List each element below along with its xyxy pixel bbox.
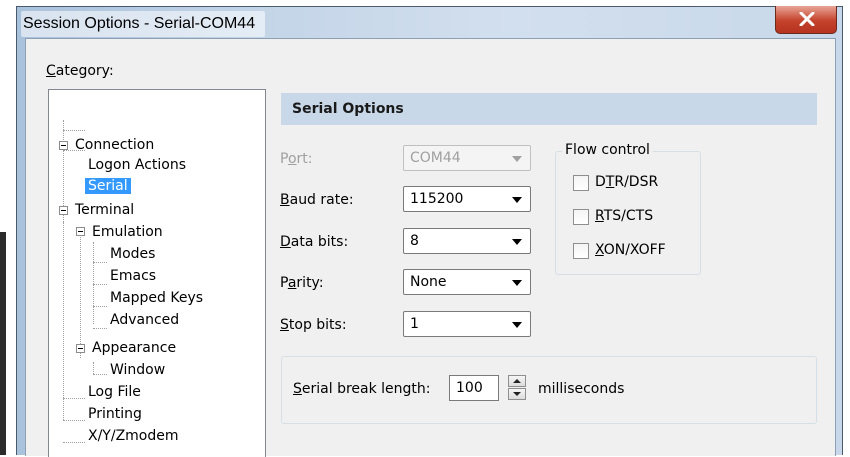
tree-item-label: Log File: [88, 384, 141, 400]
tree-line: [93, 374, 107, 375]
tree-item-mapped-keys[interactable]: Mapped Keys: [107, 287, 206, 309]
port-value: COM44: [410, 150, 461, 166]
collapse-connection-icon[interactable]: [59, 141, 68, 150]
data-bits-value: 8: [410, 233, 419, 249]
close-button[interactable]: [775, 6, 837, 34]
baud-rate-label: Baud rate:: [280, 192, 354, 208]
port-select: COM44: [403, 145, 531, 171]
port-label-text: Port:: [280, 151, 313, 167]
chevron-down-icon: [512, 322, 522, 328]
tree-item-label: Emacs: [110, 268, 157, 284]
spin-up-icon[interactable]: [508, 375, 526, 387]
tree-line: [93, 362, 94, 374]
dtr-dsr-label[interactable]: DTR/DSR: [595, 174, 658, 190]
serial-break-label: Serial break length:: [293, 381, 431, 397]
stop-bits-select[interactable]: 1: [403, 311, 531, 337]
collapse-emulation-icon[interactable]: [76, 227, 85, 236]
parity-value: None: [410, 274, 447, 290]
tree-line: [93, 284, 107, 285]
tree-item-label: Serial: [85, 178, 131, 194]
flow-control-title: Flow control: [562, 142, 653, 158]
xon-xoff-checkbox[interactable]: [573, 243, 589, 259]
chevron-down-icon: [512, 239, 522, 245]
tree-item-logon-actions[interactable]: Logon Actions: [85, 154, 189, 176]
dialog-client-area: Category: Connection Logon Actions Seria…: [25, 38, 836, 457]
chevron-down-icon: [512, 197, 522, 203]
tree-item-label: Logon Actions: [88, 157, 187, 173]
section-header: Serial Options: [281, 93, 817, 125]
close-icon: [799, 12, 815, 26]
category-tree[interactable]: Connection Logon Actions Serial Terminal…: [48, 89, 266, 457]
tree-line: [63, 420, 85, 421]
background-dark-edge: [0, 232, 6, 455]
category-label-rest: ategory:: [55, 63, 114, 79]
tree-item-xyzmodem[interactable]: X/Y/Zmodem: [85, 425, 182, 447]
tree-item-label: Connection: [75, 137, 155, 153]
xon-xoff-label[interactable]: XON/XOFF: [595, 242, 666, 258]
tree-line: [63, 442, 85, 443]
spin-down-icon[interactable]: [508, 388, 526, 400]
serial-break-value: 100: [456, 380, 483, 396]
tree-line: [80, 228, 81, 358]
collapse-terminal-icon[interactable]: [59, 206, 68, 215]
tree-item-connection[interactable]: Connection: [72, 134, 157, 156]
tree-item-appearance[interactable]: Appearance: [89, 337, 179, 359]
tree-item-label: Appearance: [92, 340, 177, 356]
tree-item-label: Mapped Keys: [110, 290, 204, 306]
data-bits-select[interactable]: 8: [403, 228, 531, 254]
category-label: Category:: [46, 63, 114, 79]
tree-item-emulation[interactable]: Emulation: [89, 221, 166, 243]
tree-line: [93, 306, 107, 307]
tree-line: [63, 120, 64, 232]
session-options-window: Session Options - Serial-COM44 Category:: [16, 6, 843, 457]
collapse-appearance-icon[interactable]: [76, 344, 85, 353]
tree-line: [63, 398, 85, 399]
stop-bits-value: 1: [410, 316, 419, 332]
dtr-dsr-checkbox[interactable]: [573, 175, 589, 191]
tree-item-serial[interactable]: Serial: [85, 175, 131, 197]
tree-item-label: Terminal: [75, 202, 135, 218]
tree-line: [93, 242, 94, 324]
tree-item-label: X/Y/Zmodem: [88, 428, 179, 444]
chevron-down-icon: [512, 280, 522, 286]
chevron-down-icon: [512, 156, 522, 162]
serial-break-unit: milliseconds: [538, 381, 625, 397]
tree-item-printing[interactable]: Printing: [85, 403, 145, 425]
tree-item-label: Window: [110, 362, 166, 378]
tree-line: [63, 130, 85, 131]
port-label: Port:: [280, 151, 313, 167]
tree-item-label: Printing: [88, 406, 142, 422]
serial-break-spinner: [508, 375, 528, 401]
tree-item-modes[interactable]: Modes: [107, 243, 158, 265]
rts-cts-label[interactable]: RTS/CTS: [595, 208, 653, 224]
rts-cts-checkbox[interactable]: [573, 209, 589, 225]
tree-item-window[interactable]: Window: [107, 359, 168, 381]
tree-item-terminal[interactable]: Terminal: [72, 199, 137, 221]
stop-bits-label: Stop bits:: [280, 317, 347, 333]
data-bits-label: Data bits:: [280, 234, 349, 250]
serial-break-input[interactable]: 100: [449, 375, 499, 401]
background-right: [843, 0, 850, 455]
tree-item-advanced[interactable]: Advanced: [107, 309, 182, 331]
parity-select[interactable]: None: [403, 269, 531, 295]
baud-rate-select[interactable]: 115200: [403, 186, 531, 212]
tree-item-label: Advanced: [110, 312, 180, 328]
tree-item-label: Modes: [110, 246, 156, 262]
category-label-accel: C: [46, 63, 56, 79]
tree-item-label: Emulation: [92, 224, 163, 240]
tree-line: [63, 222, 64, 420]
window-title: Session Options - Serial-COM44: [21, 11, 266, 37]
tree-item-log-file[interactable]: Log File: [85, 381, 144, 403]
tree-line: [93, 262, 107, 263]
baud-rate-value: 115200: [410, 191, 464, 207]
tree-item-emacs[interactable]: Emacs: [107, 265, 159, 287]
tree-line: [93, 328, 107, 329]
parity-label: Parity:: [280, 275, 324, 291]
